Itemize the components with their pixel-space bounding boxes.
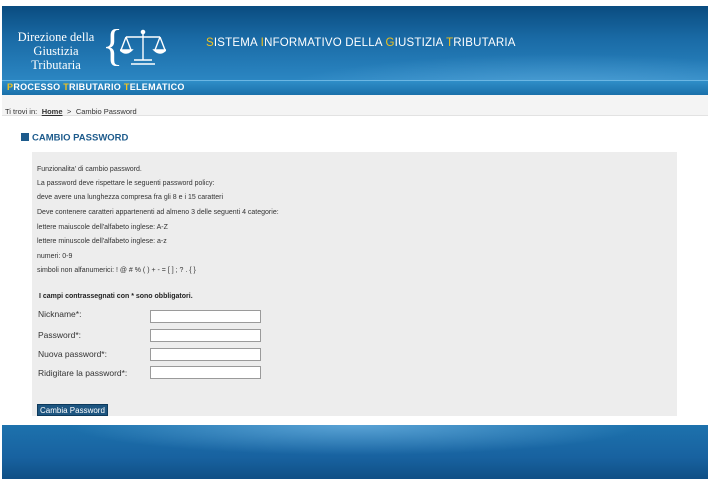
title-part: NFORMATIVO DELLA (264, 37, 386, 49)
title-part: RIBUTARIA (453, 37, 516, 49)
footer-glow (2, 425, 708, 479)
scales-of-justice-icon (120, 29, 166, 65)
breadcrumb-home-link[interactable]: Home (42, 107, 63, 116)
nickname-input[interactable] (150, 310, 261, 323)
confirm-password-input[interactable] (150, 366, 261, 379)
bar-part: RIBUTARIO (69, 82, 124, 92)
breadcrumb-content: Ti trovi in: Home > Cambio Password (5, 101, 137, 119)
breadcrumb-current: Cambio Password (75, 107, 137, 116)
info-line: numeri: 0-9 (37, 253, 73, 260)
page-title-text: CAMBIO PASSWORD (32, 132, 129, 144)
info-line: deve avere una lunghezza compresa fra gl… (37, 194, 223, 201)
nickname-label: Nickname*: (38, 309, 82, 319)
title-initial: S (206, 37, 214, 49)
new-password-label: Nuova password*: (38, 349, 107, 359)
info-line: simboli non alfanumerici: ! @ # % ( ) + … (37, 267, 196, 274)
password-input[interactable] (150, 329, 261, 342)
section-bar: PROCESSO TRIBUTARIO TELEMATICO (2, 80, 708, 95)
breadcrumb-separator: > (66, 107, 72, 116)
logo-line-1: Direzione della (17, 30, 95, 44)
info-line: Funzionalita' di cambio password. (37, 166, 142, 173)
info-line: Deve contenere caratteri appartenenti ad… (37, 209, 279, 216)
title-part: IUSTIZIA (394, 37, 447, 49)
logo-line-2: Giustizia Tributaria (31, 44, 81, 72)
title-part: ISTEMA (213, 37, 261, 49)
info-line: lettere maiuscole dell'alfabeto inglese:… (37, 224, 168, 231)
info-line: La password deve rispettare le seguenti … (37, 180, 215, 187)
logo-text: Direzione della Giustizia Tributaria (10, 30, 102, 72)
page-frame: Direzione della Giustizia Tributaria { S… (2, 6, 708, 479)
confirm-password-label: Ridigitare la password*: (38, 368, 128, 378)
title-square-icon (21, 132, 29, 141)
site-header: Direzione della Giustizia Tributaria { S… (2, 6, 708, 80)
password-label: Password*: (38, 330, 81, 340)
breadcrumb: Ti trovi in: Home > Cambio Password (2, 95, 708, 116)
form-panel: Funzionalita' di cambio password. La pas… (32, 152, 677, 416)
new-password-input[interactable] (150, 348, 261, 361)
site-footer (2, 425, 708, 479)
required-fields-note: I campi contrassegnati con * sono obblig… (39, 293, 193, 300)
title-initial: G (385, 37, 395, 49)
page-title: CAMBIO PASSWORD (21, 129, 128, 147)
system-title: SISTEMA INFORMATIVO DELLA GIUSTIZIA TRIB… (206, 37, 516, 49)
info-line: lettere minuscole dell'alfabeto inglese:… (37, 238, 167, 245)
bar-part: ELEMATICO (129, 82, 185, 92)
section-bar-title: PROCESSO TRIBUTARIO TELEMATICO (7, 82, 185, 92)
bar-part: ROCESSO (13, 82, 64, 92)
change-password-button[interactable]: Cambia Password (37, 404, 108, 416)
breadcrumb-prefix: Ti trovi in: (5, 107, 38, 116)
